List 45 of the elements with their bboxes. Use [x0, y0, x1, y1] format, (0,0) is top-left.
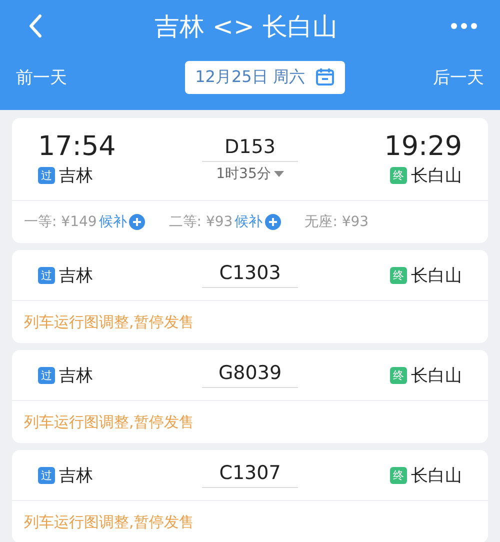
back-icon[interactable] — [28, 14, 42, 38]
station-name: 长白山 — [411, 165, 462, 187]
sale-notice: 列车运行图调整,暂停发售 — [24, 412, 194, 432]
page-title: 吉林 <> 长白山 — [154, 10, 338, 42]
date-picker[interactable]: 12月25日 周六 — [185, 60, 345, 94]
station-badge: 终 — [390, 366, 407, 384]
seat-price: 一等: ¥149 — [24, 213, 97, 231]
station-badge: 终 — [390, 466, 407, 484]
station-name: 吉林 — [59, 264, 93, 286]
station-name: 吉林 — [59, 364, 93, 386]
more-icon[interactable] — [450, 22, 478, 30]
sale-notice: 列车运行图调整,暂停发售 — [24, 512, 194, 532]
add-icon[interactable] — [264, 214, 281, 230]
train-card[interactable]: 过 吉林 C1307 终 长白山 列车运行图调整,暂停发售 — [12, 450, 488, 542]
train-card[interactable]: 17:54 过 吉林 D153 1时35分 19:29 终 长白山 一等: ¥149 候补 二等: ¥93 候补 无座: ¥93 — [12, 118, 488, 243]
calendar-icon — [314, 67, 335, 87]
sale-notice: 列车运行图调整,暂停发售 — [24, 312, 194, 332]
add-icon[interactable] — [128, 214, 145, 230]
train-number: C1307 — [202, 462, 298, 488]
seat-price: 无座: ¥93 — [304, 213, 369, 231]
train-number: C1303 — [202, 262, 298, 288]
station-badge: 终 — [390, 266, 407, 284]
train-card[interactable]: 过 吉林 G8039 终 长白山 列车运行图调整,暂停发售 — [12, 350, 488, 443]
train-number: G8039 — [202, 362, 298, 388]
seat-price: 二等: ¥93 — [168, 213, 233, 231]
station-badge: 过 — [38, 366, 55, 384]
station-badge: 终 — [390, 167, 407, 184]
station-badge: 过 — [38, 266, 55, 284]
station-name: 吉林 — [59, 165, 93, 187]
station-name: 长白山 — [411, 264, 462, 286]
station-name: 长白山 — [411, 364, 462, 386]
station-name: 长白山 — [411, 464, 462, 486]
waitlist-link[interactable]: 候补 — [98, 213, 127, 231]
station-badge: 过 — [38, 167, 55, 184]
next-day-button[interactable]: 后一天 — [433, 66, 484, 88]
train-card[interactable]: 过 吉林 C1303 终 长白山 列车运行图调整,暂停发售 — [12, 250, 488, 343]
station-badge: 过 — [38, 466, 55, 484]
arrival-time: 19:29 — [384, 131, 462, 162]
caret-icon[interactable] — [274, 170, 284, 176]
station-name: 吉林 — [59, 464, 93, 486]
train-number: D153 — [202, 136, 298, 162]
duration-text: 1时35分 — [216, 164, 271, 182]
departure-time: 17:54 — [38, 131, 117, 162]
waitlist-link[interactable]: 候补 — [234, 213, 263, 231]
previous-day-button[interactable]: 前一天 — [16, 66, 67, 88]
